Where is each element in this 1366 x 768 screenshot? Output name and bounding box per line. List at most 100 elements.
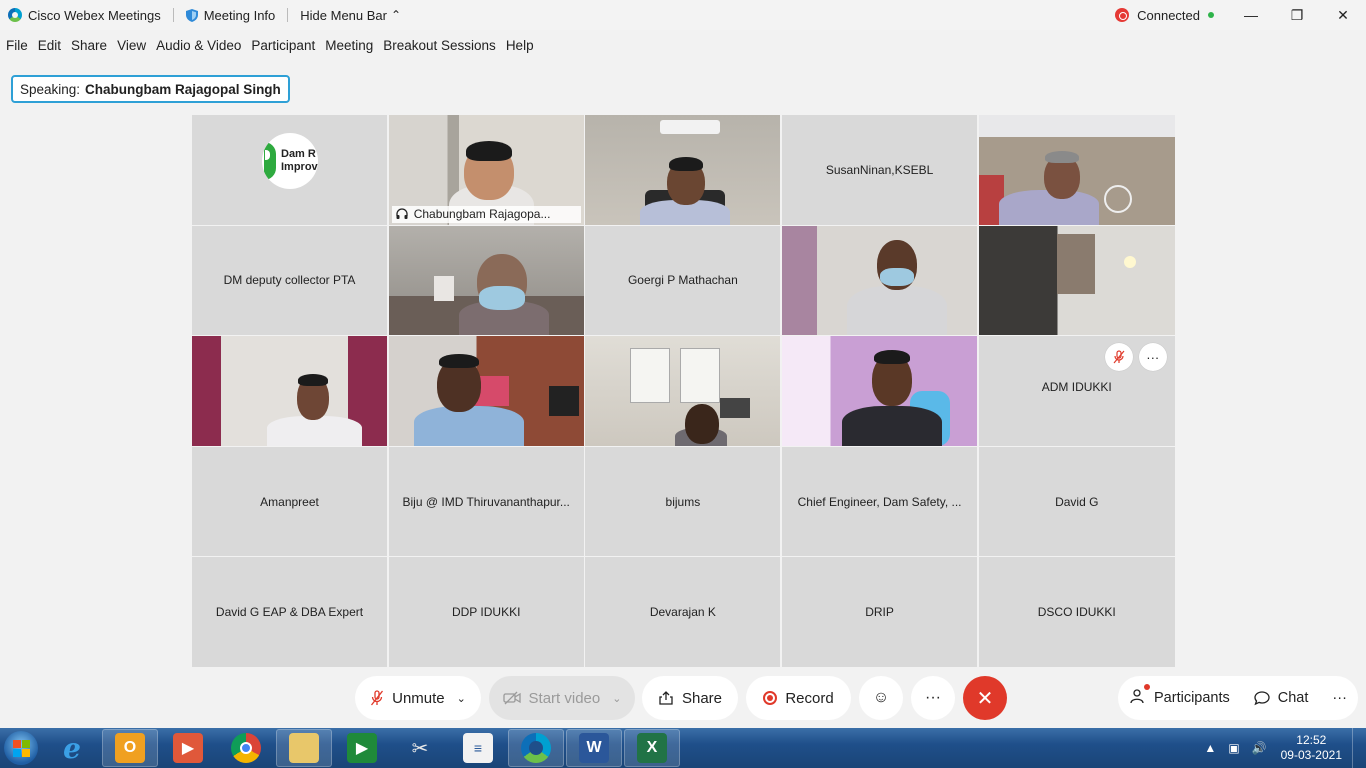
more-icon: ··· bbox=[925, 689, 941, 706]
unmute-button[interactable]: Unmute ⌄ bbox=[355, 676, 481, 720]
taskbar-chrome[interactable] bbox=[218, 729, 274, 767]
excel-icon: X bbox=[637, 733, 667, 763]
taskbar-ie[interactable]: e bbox=[44, 729, 100, 767]
participant-tile[interactable] bbox=[978, 115, 1175, 225]
mic-muted-icon bbox=[371, 690, 384, 706]
menu-audio-video[interactable]: Audio & Video bbox=[156, 38, 241, 53]
menu-meeting[interactable]: Meeting bbox=[325, 38, 373, 53]
participant-tile[interactable] bbox=[782, 225, 978, 336]
taskbar-excel[interactable]: X bbox=[624, 729, 680, 767]
menu-participant[interactable]: Participant bbox=[251, 38, 315, 53]
participant-tile[interactable]: DDP IDUKKI bbox=[388, 557, 584, 667]
participant-tile[interactable]: Biju @ IMD Thiruvananthapur... bbox=[388, 446, 584, 557]
connection-status[interactable]: Connected bbox=[1115, 8, 1214, 23]
close-icon: ✕ bbox=[976, 687, 994, 710]
title-bar: Cisco Webex Meetings Meeting Info Hide M… bbox=[0, 0, 1366, 30]
participant-tile[interactable]: DM deputy collector PTA bbox=[192, 225, 387, 336]
share-icon bbox=[659, 691, 673, 705]
menu-file[interactable]: File bbox=[6, 38, 28, 53]
menu-bar: File Edit Share View Audio & Video Parti… bbox=[0, 31, 544, 59]
start-button[interactable] bbox=[0, 728, 42, 768]
taskbar-media-player[interactable]: ▶ bbox=[160, 729, 216, 767]
participant-tile[interactable]: Amanpreet bbox=[192, 446, 387, 557]
record-button[interactable]: Record bbox=[746, 676, 851, 720]
chrome-icon bbox=[231, 733, 261, 763]
participant-tile[interactable] bbox=[388, 336, 584, 446]
menu-view[interactable]: View bbox=[117, 38, 146, 53]
shield-icon bbox=[185, 8, 198, 22]
system-tray: ▲ ▣ 🔊 12:52 09-03-2021 bbox=[1198, 728, 1366, 768]
participant-tile[interactable] bbox=[388, 225, 584, 336]
internet-explorer-icon: e bbox=[63, 731, 81, 765]
participant-tile[interactable]: Chief Engineer, Dam Safety, ... bbox=[782, 446, 978, 557]
smiley-icon: ☺ bbox=[872, 689, 890, 706]
participant-tile[interactable]: ··· ADM IDUKKI bbox=[978, 336, 1175, 446]
participant-tile[interactable]: David G bbox=[978, 446, 1175, 557]
close-window-button[interactable]: ✕ bbox=[1320, 0, 1366, 30]
document-icon: ≡ bbox=[463, 733, 493, 763]
participant-tile-active-speaker[interactable]: Chabungbam Rajagopa... bbox=[388, 115, 584, 225]
word-icon: W bbox=[579, 733, 609, 763]
record-status-icon bbox=[1115, 8, 1130, 22]
taskbar-snipping[interactable]: ✂ bbox=[392, 729, 448, 767]
participant-tile[interactable]: Devarajan K bbox=[585, 557, 781, 667]
video-off-icon bbox=[502, 691, 521, 705]
participant-grid: Dam R Improv Chabungbam Rajagopa... Susan… bbox=[192, 115, 1175, 667]
chat-button[interactable]: Chat bbox=[1242, 676, 1321, 720]
participants-button[interactable]: Participants bbox=[1118, 676, 1242, 720]
leave-meeting-button[interactable]: ✕ bbox=[963, 676, 1007, 720]
participant-tile[interactable] bbox=[192, 336, 387, 446]
taskbar-app-green[interactable]: ▶ bbox=[334, 729, 390, 767]
taskbar-webex[interactable] bbox=[508, 729, 564, 767]
participant-tile[interactable]: David G EAP & DBA Expert bbox=[192, 557, 387, 667]
more-icon: ··· bbox=[1332, 690, 1347, 706]
system-clock[interactable]: 12:52 09-03-2021 bbox=[1281, 733, 1342, 763]
more-options-button[interactable]: ··· bbox=[911, 676, 955, 720]
chevron-down-icon[interactable]: ⌄ bbox=[612, 692, 621, 705]
menu-help[interactable]: Help bbox=[506, 38, 534, 53]
menu-share[interactable]: Share bbox=[71, 38, 107, 53]
mic-muted-icon[interactable] bbox=[1104, 343, 1133, 372]
record-icon bbox=[763, 691, 778, 705]
participant-tile[interactable]: Dam R Improv bbox=[192, 115, 387, 225]
restore-button[interactable]: ❐ bbox=[1274, 0, 1320, 30]
network-icon[interactable]: ▣ bbox=[1228, 741, 1239, 755]
more-panels-button[interactable]: ··· bbox=[1320, 676, 1359, 720]
hide-menu-bar-button[interactable]: Hide Menu Bar ⌃ bbox=[300, 8, 401, 23]
menu-breakout-sessions[interactable]: Breakout Sessions bbox=[383, 38, 496, 53]
snipping-tool-icon: ✂ bbox=[411, 737, 429, 760]
app-icon: ▶ bbox=[347, 733, 377, 763]
participant-tile[interactable] bbox=[978, 225, 1175, 336]
participant-tile[interactable]: Goergi P Mathachan bbox=[585, 225, 781, 336]
participant-tile[interactable]: bijums bbox=[585, 446, 781, 557]
start-video-button[interactable]: Start video ⌄ bbox=[489, 676, 635, 720]
taskbar-outlook[interactable]: O bbox=[102, 729, 158, 767]
participants-icon bbox=[1130, 684, 1150, 708]
taskbar-word[interactable]: W bbox=[566, 729, 622, 767]
menu-edit[interactable]: Edit bbox=[38, 38, 61, 53]
participant-tile[interactable] bbox=[585, 336, 781, 446]
chevron-down-icon[interactable]: ⌄ bbox=[457, 692, 466, 705]
chat-icon bbox=[1254, 691, 1270, 706]
share-button[interactable]: Share bbox=[642, 676, 738, 720]
participant-tile[interactable] bbox=[585, 115, 781, 225]
webex-icon bbox=[521, 733, 551, 763]
taskbar-explorer[interactable] bbox=[276, 729, 332, 767]
volume-icon[interactable]: 🔊 bbox=[1252, 741, 1267, 755]
speaking-indicator: Speaking: Chabungbam Rajagopal Singh bbox=[11, 75, 290, 103]
taskbar-notepad[interactable]: ≡ bbox=[450, 729, 506, 767]
connected-dot-icon bbox=[1208, 12, 1214, 18]
participant-tile[interactable]: DRIP bbox=[782, 557, 978, 667]
minimize-button[interactable]: — bbox=[1228, 0, 1274, 30]
organization-logo: Dam R Improv bbox=[262, 133, 318, 189]
headphone-icon bbox=[396, 208, 408, 219]
participant-tile[interactable] bbox=[782, 336, 978, 446]
participant-tile[interactable]: DSCO IDUKKI bbox=[978, 557, 1175, 667]
show-hidden-icons[interactable]: ▲ bbox=[1204, 741, 1216, 755]
participant-tile[interactable]: SusanNinan,KSEBL bbox=[782, 115, 978, 225]
more-options-icon[interactable]: ··· bbox=[1138, 343, 1167, 372]
windows-taskbar: e O ▶ ▶ ✂ ≡ W X ▲ ▣ 🔊 12:52 09-03-2021 bbox=[0, 728, 1366, 768]
show-desktop-button[interactable] bbox=[1352, 728, 1366, 768]
reactions-button[interactable]: ☺ bbox=[859, 676, 903, 720]
meeting-info-button[interactable]: Meeting Info bbox=[185, 8, 275, 23]
